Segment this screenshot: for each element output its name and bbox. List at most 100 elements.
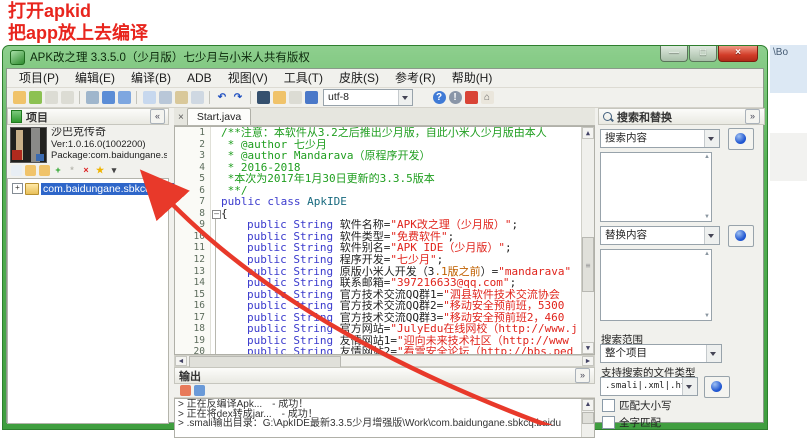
menu-item-2[interactable]: 编辑(E) <box>67 69 123 87</box>
menu-item-4[interactable]: ADB <box>179 69 220 87</box>
redo-icon[interactable]: ↷ <box>232 91 245 104</box>
output-log[interactable]: > 正在反编译Apk... - 成功！> 正在将dex转成jar... - 成功… <box>174 398 595 438</box>
add-icon[interactable]: + <box>53 165 64 176</box>
menu-item-1[interactable]: 项目(P) <box>11 69 67 87</box>
code-line-11: 11public String 软件别名="APK IDE（少月版）"; <box>175 242 594 254</box>
scroll-right-icon[interactable]: ► <box>582 356 594 366</box>
disabled-icon-2[interactable] <box>61 91 74 104</box>
whole-word-row: 全字匹配 <box>602 415 661 430</box>
menu-item-6[interactable]: 工具(T) <box>276 69 331 87</box>
menu-item-8[interactable]: 参考(R) <box>387 69 444 87</box>
cut-icon[interactable] <box>159 91 172 104</box>
search-content-combo[interactable]: 搜索内容 <box>600 129 720 148</box>
favorite-caret-icon[interactable]: ▾ <box>109 165 120 176</box>
titlebar[interactable]: APK改之理 3.3.5.0（少月版）七少月与小米人共有版权 — □ × <box>6 46 764 68</box>
code-line-8: 8{ <box>175 208 594 220</box>
code-editor[interactable]: 1/**注意：本软件从3.2之后推出少月版，自此小米人少月版由本人2 * @au… <box>174 126 595 355</box>
encoding-select[interactable]: utf-8 <box>323 89 413 106</box>
new-file-icon[interactable] <box>11 165 22 176</box>
folder-up-icon[interactable] <box>25 165 36 176</box>
editor-horizontal-scrollbar[interactable]: ◄ ► <box>174 355 595 367</box>
tab-close-icon[interactable]: × <box>178 112 184 123</box>
collapse-panel-button[interactable]: « <box>150 109 165 124</box>
scroll-up-icon[interactable]: ▲ <box>582 127 594 139</box>
maximize-button[interactable]: □ <box>689 46 717 62</box>
output-scrollbar[interactable]: ▲ <box>581 399 594 437</box>
search-text-area[interactable]: ▲ ▼ <box>600 152 712 222</box>
disabled-icon-1[interactable] <box>45 91 58 104</box>
editor-scroll-thumb[interactable]: ≡ <box>582 237 594 292</box>
close-button[interactable]: × <box>718 46 758 62</box>
replace-text-area[interactable]: ▲ ▼ <box>600 249 712 321</box>
scope-dropdown-icon[interactable] <box>706 345 721 362</box>
project-panel-title: 项目 <box>26 109 48 125</box>
output-scroll-up-icon[interactable]: ▲ <box>582 399 594 411</box>
filetype-dropdown-icon[interactable] <box>682 378 697 395</box>
menu-item-9[interactable]: 帮助(H) <box>444 69 501 87</box>
code-line-12: 12public String 程序开发="七少月"; <box>175 254 594 266</box>
minimize-button[interactable]: — <box>660 46 688 62</box>
fold-marker <box>211 335 221 347</box>
search-action-button[interactable] <box>728 128 754 150</box>
tree-item-selected[interactable]: com.baidungane.sbkcq.baidu <box>41 183 182 195</box>
filetype-action-button[interactable] <box>704 376 730 398</box>
help-icon[interactable]: ? <box>433 91 446 104</box>
fold-marker <box>211 289 221 301</box>
ta-up-icon2[interactable]: ▲ <box>704 251 710 257</box>
find-icon[interactable] <box>257 91 270 104</box>
home-icon[interactable]: ⌂ <box>481 91 494 104</box>
new-project-icon[interactable] <box>29 91 42 104</box>
open-folder-icon[interactable] <box>273 91 286 104</box>
clear-log-icon[interactable] <box>180 385 191 396</box>
ta-down-icon2[interactable]: ▼ <box>704 313 710 319</box>
folder-view-icon[interactable] <box>39 165 50 176</box>
replace-combo-dropdown-icon[interactable] <box>704 227 719 244</box>
image-tool-icon[interactable] <box>305 91 318 104</box>
editor-vertical-scrollbar[interactable]: ▲ ≡ ▼ <box>581 127 594 354</box>
disabled-icon-3[interactable] <box>289 91 302 104</box>
match-case-checkbox[interactable] <box>602 399 615 412</box>
undo-icon[interactable]: ↶ <box>216 91 229 104</box>
output-more-button[interactable]: » <box>575 368 590 383</box>
tree-row[interactable]: + com.baidungane.sbkcq.baidu <box>12 182 168 195</box>
ta-down-icon[interactable]: ▼ <box>704 214 710 220</box>
save-icon[interactable] <box>86 91 99 104</box>
replace-content-combo[interactable]: 替换内容 <box>600 226 720 245</box>
scope-combo[interactable]: 整个项目 <box>600 344 722 363</box>
scroll-down-icon[interactable]: ▼ <box>582 342 594 354</box>
search-more-button[interactable]: » <box>745 109 760 124</box>
weibo-icon[interactable] <box>465 91 478 104</box>
filetype-combo[interactable]: .smali|.xml|.html|. <box>600 377 698 396</box>
paste-icon[interactable] <box>175 91 188 104</box>
fold-marker <box>211 277 221 289</box>
remove-dim-icon[interactable]: * <box>67 165 78 176</box>
window-body: 项目(P)编辑(E)编译(B)ADB视图(V)工具(T)皮肤(S)参考(R)帮助… <box>6 68 764 423</box>
tab-start-java[interactable]: Start.java <box>187 108 251 125</box>
menu-item-5[interactable]: 视图(V) <box>220 69 276 87</box>
tree-expand-icon[interactable]: + <box>12 183 23 194</box>
project-tree[interactable]: + com.baidungane.sbkcq.baidu <box>7 178 169 424</box>
open-apk-icon[interactable] <box>13 91 26 104</box>
search-combo-dropdown-icon[interactable] <box>704 130 719 147</box>
search-icon <box>603 112 612 121</box>
copy-log-icon[interactable] <box>194 385 205 396</box>
favorite-icon[interactable]: ★ <box>95 165 106 176</box>
format-icon[interactable] <box>191 91 204 104</box>
ta-up-icon[interactable]: ▲ <box>704 154 710 160</box>
save-all-icon[interactable] <box>102 91 115 104</box>
about-icon[interactable]: ! <box>449 91 462 104</box>
copy-icon[interactable] <box>143 91 156 104</box>
output-scroll-thumb[interactable] <box>582 412 594 424</box>
code-text: * @author 七少月 <box>221 139 594 151</box>
replace-action-button[interactable] <box>728 225 754 247</box>
code-text: public String 原版小米人开发（3.1版之前）="mandarava… <box>221 266 594 278</box>
whole-word-checkbox[interactable] <box>602 416 615 429</box>
delete-icon[interactable]: × <box>81 165 92 176</box>
line-number: 15 <box>175 289 211 301</box>
encoding-dropdown-icon[interactable] <box>398 90 412 105</box>
scroll-left-icon[interactable]: ◄ <box>175 356 187 366</box>
menu-item-7[interactable]: 皮肤(S) <box>331 69 387 87</box>
menu-item-3[interactable]: 编译(B) <box>123 69 179 87</box>
save-as-icon[interactable] <box>118 91 131 104</box>
code-text: { <box>221 208 594 220</box>
